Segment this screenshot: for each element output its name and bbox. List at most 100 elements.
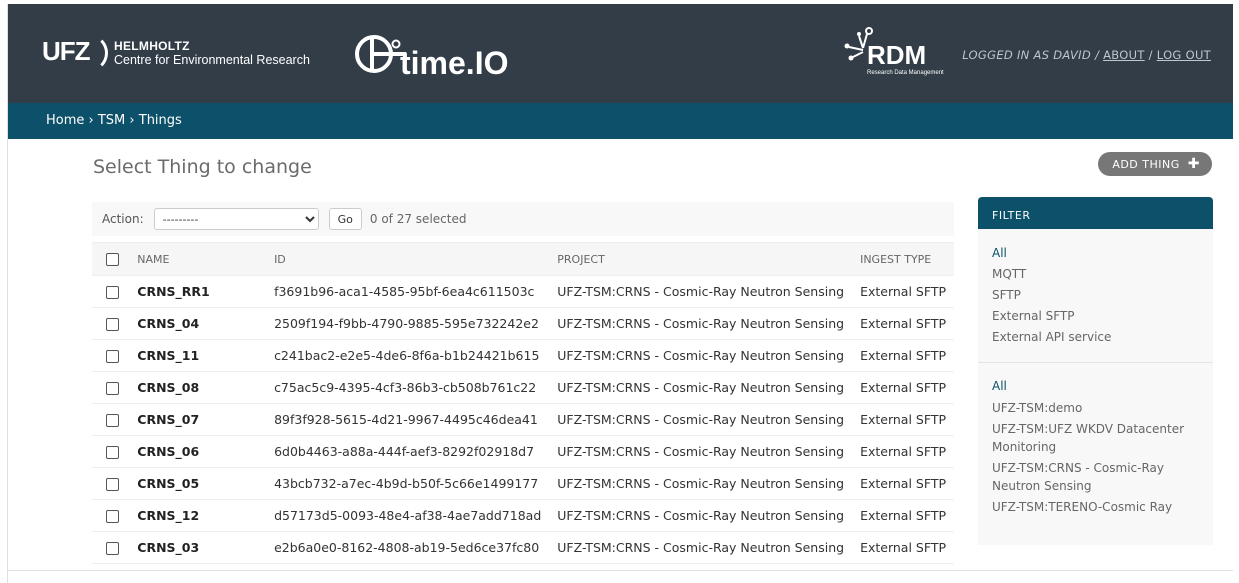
selection-count: 0 of 27 selected: [369, 212, 467, 226]
thing-name-link[interactable]: CRNS_08: [129, 371, 267, 404]
thing-name-link[interactable]: CRNS_11: [129, 339, 267, 372]
thing-project: UFZ-TSM:CRNS - Cosmic-Ray Neutron Sensin…: [549, 467, 853, 500]
ufz-line2: Centre for Environmental Research: [114, 53, 310, 67]
breadcrumb-separator: ›: [84, 113, 98, 128]
column-header-ingest-type[interactable]: INGEST TYPE: [852, 242, 954, 276]
project-filter-option[interactable]: All: [992, 377, 1199, 395]
thing-project: UFZ-TSM:CRNS - Cosmic-Ray Neutron Sensin…: [549, 435, 853, 468]
thing-project: UFZ-TSM:CRNS - Cosmic-Ray Neutron Sensin…: [549, 307, 853, 340]
thing-name-link[interactable]: CRNS_05: [129, 467, 267, 500]
thing-id: 2509f194-f9bb-4790-9885-595e732242e2: [266, 307, 550, 340]
column-header-project[interactable]: PROJECT: [549, 242, 853, 276]
column-header-id[interactable]: ID: [266, 242, 550, 276]
table-row: CRNS_12 d57173d5-0093-48e4-af38-4ae7add71…: [92, 499, 954, 532]
row-checkbox[interactable]: [106, 542, 119, 555]
filter-panel: FILTER All MQTT SFTP External SFTP External …: [978, 197, 1213, 545]
thing-ingest-type: External SFTP: [852, 307, 954, 340]
thing-ingest-type: External SFTP: [852, 435, 954, 468]
thing-name-link[interactable]: CRNS_03: [129, 531, 267, 564]
ufz-name: HELMHOLTZ Centre for Environmental Resea…: [114, 39, 310, 67]
select-all-cell: [92, 242, 130, 276]
breadcrumb-current: Things: [138, 113, 182, 128]
site-header: UFZ HELMHOLTZ Centre for Environmental R…: [8, 4, 1233, 103]
about-link[interactable]: ABOUT: [1103, 48, 1145, 62]
thing-ingest-type: External SFTP: [852, 275, 954, 308]
table-header-row: NAME ID PROJECT INGEST TYPE: [92, 242, 954, 276]
content-bottom-border: [8, 570, 1233, 571]
user-tools: LOGGED IN AS DAVID / ABOUT / LOG OUT: [962, 48, 1211, 62]
row-select-cell: [92, 339, 130, 372]
thing-id: 89f3f928-5615-4d21-9967-4495c46dea41: [266, 403, 550, 436]
ingest-filter-option[interactable]: SFTP: [992, 285, 1199, 306]
ufz-bracket-shape: [82, 34, 108, 72]
thing-ingest-type: External SFTP: [852, 403, 954, 436]
user-tools-separator: /: [1144, 48, 1157, 62]
thing-project: UFZ-TSM:CRNS - Cosmic-Ray Neutron Sensin…: [549, 531, 853, 564]
results-table: NAME ID PROJECT INGEST TYPE CRNS_RR1 f369…: [92, 242, 954, 564]
thing-name-link[interactable]: CRNS_07: [129, 403, 267, 436]
thing-id: c75ac5c9-4395-4cf3-86b3-cb508b761c22: [266, 371, 550, 404]
table-row: CRNS_07 89f3f928-5615-4d21-9967-4495c46de…: [92, 403, 954, 436]
action-select[interactable]: ---------: [153, 208, 319, 230]
row-checkbox[interactable]: [106, 478, 119, 491]
thing-id: c241bac2-e2e5-4de6-8f6a-b1b24421b615: [266, 339, 550, 372]
thing-id: d57173d5-0093-48e4-af38-4ae7add718ad: [266, 499, 550, 532]
page-title: Select Thing to change: [93, 156, 312, 178]
thing-project: UFZ-TSM:CRNS - Cosmic-Ray Neutron Sensin…: [549, 499, 853, 532]
row-checkbox[interactable]: [106, 510, 119, 523]
thing-id: e2b6a0e0-8162-4808-ab19-5ed6ce37fc80: [266, 531, 550, 564]
add-thing-button[interactable]: ADD THING ✚: [1098, 152, 1212, 176]
breadcrumb-home-link[interactable]: Home: [46, 113, 84, 128]
ingest-filter-option[interactable]: External API service: [992, 327, 1199, 348]
app-frame: UFZ HELMHOLTZ Centre for Environmental R…: [7, 4, 1233, 583]
row-checkbox[interactable]: [106, 382, 119, 395]
row-select-cell: [92, 499, 130, 532]
thing-name-link[interactable]: CRNS_RR1: [129, 275, 267, 308]
timeio-logo[interactable]: time.IO: [352, 24, 508, 84]
breadcrumb-tsm-link[interactable]: TSM: [98, 113, 125, 128]
thing-ingest-type: External SFTP: [852, 499, 954, 532]
thing-ingest-type: External SFTP: [852, 467, 954, 500]
row-checkbox[interactable]: [106, 446, 119, 459]
rdm-wordmark: RDM: [867, 40, 927, 70]
logout-link[interactable]: LOG OUT: [1157, 48, 1211, 62]
logged-in-label: LOGGED IN AS DAVID: [962, 48, 1092, 62]
table-row: CRNS_RR1 f3691b96-aca1-4585-95bf-6ea4c611…: [92, 275, 954, 308]
row-checkbox[interactable]: [106, 318, 119, 331]
actions-bar: Action: --------- Go 0 of 27 selected: [92, 202, 954, 236]
project-filter-option[interactable]: UFZ-TSM:demo: [992, 399, 1199, 417]
plus-icon: ✚: [1187, 156, 1200, 172]
row-select-cell: [92, 275, 130, 308]
project-filter: All UFZ-TSM:demo UFZ-TSM:UFZ WKDV Datacent…: [978, 363, 1213, 516]
row-select-cell: [92, 307, 130, 340]
breadcrumb-separator: ›: [125, 113, 139, 128]
ufz-line1: HELMHOLTZ: [114, 39, 190, 53]
ingest-filter-option[interactable]: All: [992, 243, 1199, 264]
project-filter-option[interactable]: UFZ-TSM:UFZ WKDV Datacenter Monitoring: [992, 420, 1199, 456]
table-row: CRNS_05 43bcb732-a7ec-4b9d-b50f-5c66e1499…: [92, 467, 954, 500]
thing-id: 43bcb732-a7ec-4b9d-b50f-5c66e1499177: [266, 467, 550, 500]
thing-id: f3691b96-aca1-4585-95bf-6ea4c611503c: [266, 275, 550, 308]
row-select-cell: [92, 371, 130, 404]
project-filter-option[interactable]: UFZ-TSM:TERENO-Cosmic Ray: [992, 498, 1199, 516]
select-all-checkbox[interactable]: [106, 252, 119, 266]
ingest-filter-option[interactable]: MQTT: [992, 264, 1199, 285]
thing-name-link[interactable]: CRNS_06: [129, 435, 267, 468]
thing-ingest-type: External SFTP: [852, 371, 954, 404]
column-header-name[interactable]: NAME: [129, 242, 267, 276]
project-filter-option[interactable]: UFZ-TSM:CRNS - Cosmic-Ray Neutron Sensin…: [992, 459, 1199, 495]
go-button[interactable]: Go: [328, 208, 362, 230]
thing-id: 6d0b4463-a88a-444f-aef3-8292f02918d7: [266, 435, 550, 468]
row-checkbox[interactable]: [106, 414, 119, 427]
ingest-filter-option[interactable]: External SFTP: [992, 306, 1199, 327]
thing-name-link[interactable]: CRNS_04: [129, 307, 267, 340]
row-checkbox[interactable]: [106, 286, 119, 299]
row-select-cell: [92, 467, 130, 500]
table-row: CRNS_11 c241bac2-e2e5-4de6-8f6a-b1b24421b…: [92, 339, 954, 372]
thing-name-link[interactable]: CRNS_12: [129, 499, 267, 532]
thing-project: UFZ-TSM:CRNS - Cosmic-Ray Neutron Sensin…: [549, 371, 853, 404]
row-checkbox[interactable]: [106, 350, 119, 363]
rdm-logo[interactable]: RDM Research Data Management: [839, 26, 959, 78]
ufz-logo[interactable]: UFZ HELMHOLTZ Centre for Environmental R…: [42, 34, 310, 72]
table-row: CRNS_04 2509f194-f9bb-4790-9885-595e73224…: [92, 307, 954, 340]
